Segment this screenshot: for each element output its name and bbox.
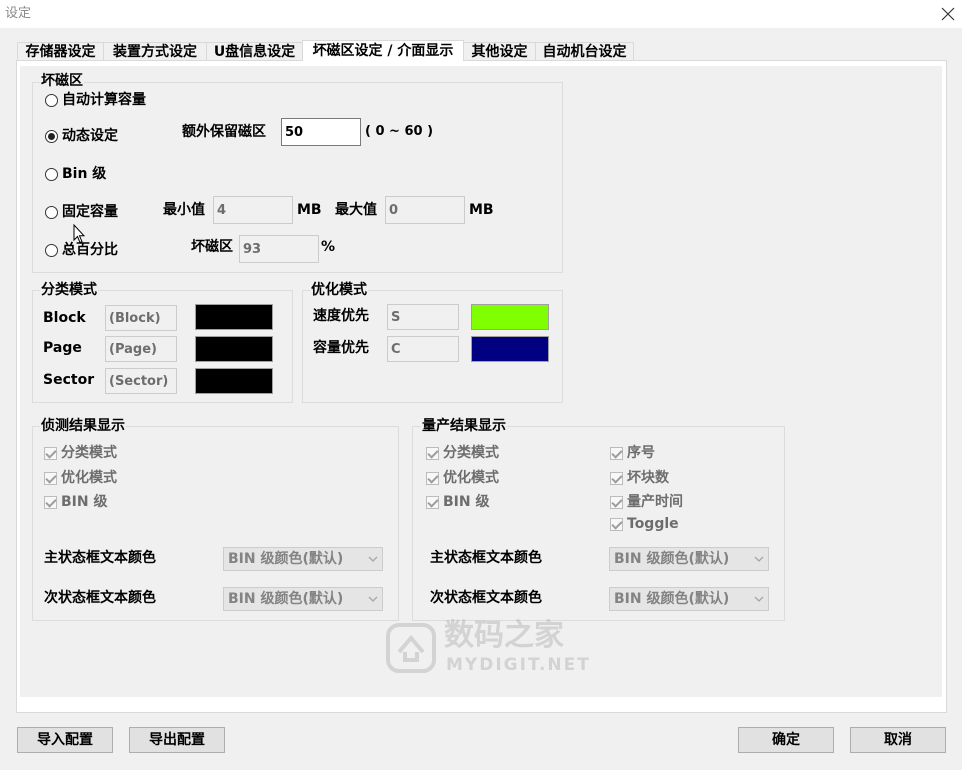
- classify-block-label: Block: [43, 310, 86, 326]
- optimize-capacity-input[interactable]: [387, 336, 459, 362]
- production-bad-block-count-checkbox[interactable]: [610, 472, 623, 485]
- detect-sub-color-value: BIN 级颜色(默认): [228, 591, 344, 607]
- extra-reserved-input[interactable]: [281, 118, 361, 146]
- radio-auto-capacity-label[interactable]: 自动计算容量: [62, 91, 146, 109]
- tab-usb-info-settings[interactable]: U盘信息设定: [206, 42, 303, 61]
- production-bin-checkbox[interactable]: [426, 496, 439, 509]
- radio-fixed-capacity-label[interactable]: 固定容量: [62, 203, 118, 221]
- percent-unit: %: [321, 239, 336, 255]
- detect-classify-label: 分类模式: [61, 445, 117, 461]
- optimize-speed-color-swatch[interactable]: [471, 304, 549, 330]
- bad-block-group-title: 坏磁区: [40, 72, 84, 90]
- production-optimize-checkbox[interactable]: [426, 472, 439, 485]
- detect-sub-color-select[interactable]: BIN 级颜色(默认): [223, 587, 383, 611]
- extra-reserved-label: 额外保留磁区: [182, 124, 266, 140]
- optimize-capacity-label: 容量优先: [313, 340, 369, 356]
- classify-page-label: Page: [43, 340, 82, 356]
- max-value-label: 最大值: [335, 202, 377, 218]
- tab-auto-machine-settings[interactable]: 自动机台设定: [535, 42, 634, 61]
- tab-storage-settings[interactable]: 存储器设定: [17, 42, 104, 61]
- optimize-speed-input[interactable]: [387, 304, 459, 330]
- detect-main-color-label: 主状态框文本颜色: [44, 550, 156, 566]
- classify-block-input[interactable]: [105, 305, 177, 331]
- window-title: 设定: [5, 6, 32, 21]
- min-value-unit: MB: [297, 202, 322, 218]
- max-value-unit: MB: [469, 202, 494, 218]
- tab-bad-block-display[interactable]: 坏磁区设定 / 介面显示: [302, 40, 464, 61]
- production-sub-color-select[interactable]: BIN 级颜色(默认): [609, 587, 769, 611]
- percent-field-label: 坏磁区: [191, 239, 233, 255]
- detect-main-color-select[interactable]: BIN 级颜色(默认): [223, 547, 383, 571]
- production-bin-label: BIN 级: [443, 494, 490, 510]
- radio-bin-level[interactable]: [45, 168, 58, 181]
- radio-dynamic-label[interactable]: 动态设定: [62, 127, 118, 145]
- optimize-speed-label: 速度优先: [313, 308, 369, 324]
- min-value-input[interactable]: [213, 196, 293, 224]
- extra-reserved-range: ( 0 ~ 60 ): [365, 124, 434, 139]
- watermark-subtext: MYDIGIT.NET: [446, 655, 591, 675]
- radio-total-percent-label[interactable]: 总百分比: [62, 241, 118, 259]
- production-main-color-label: 主状态框文本颜色: [430, 550, 542, 566]
- optimize-capacity-color-swatch[interactable]: [471, 336, 549, 362]
- ok-button[interactable]: 确定: [738, 727, 834, 753]
- production-time-label: 量产时间: [627, 494, 683, 510]
- detect-classify-checkbox[interactable]: [44, 447, 57, 460]
- production-bad-block-count-label: 坏块数: [627, 470, 669, 486]
- production-sub-color-value: BIN 级颜色(默认): [614, 591, 730, 607]
- classify-sector-input[interactable]: [105, 368, 177, 394]
- classify-sector-label: Sector: [43, 372, 95, 388]
- production-main-color-select[interactable]: BIN 级颜色(默认): [609, 547, 769, 571]
- classify-page-color-swatch[interactable]: [195, 336, 273, 362]
- detect-main-color-value: BIN 级颜色(默认): [228, 551, 344, 567]
- detect-result-group-title: 侦测结果显示: [40, 417, 126, 435]
- cancel-button[interactable]: 取消: [850, 727, 946, 753]
- radio-dynamic[interactable]: [45, 130, 58, 143]
- radio-auto-capacity[interactable]: [45, 94, 58, 107]
- watermark-logo-icon: [385, 622, 437, 674]
- detect-sub-color-label: 次状态框文本颜色: [44, 590, 156, 606]
- radio-bin-level-label[interactable]: Bin 级: [62, 165, 106, 183]
- detect-optimize-checkbox[interactable]: [44, 472, 57, 485]
- detect-optimize-label: 优化模式: [61, 470, 117, 486]
- classify-mode-group-title: 分类模式: [40, 281, 98, 299]
- production-serial-checkbox[interactable]: [610, 447, 623, 460]
- classify-block-color-swatch[interactable]: [195, 304, 273, 330]
- import-config-button[interactable]: 导入配置: [17, 727, 113, 753]
- chevron-down-icon: [754, 596, 764, 602]
- detect-bin-checkbox[interactable]: [44, 496, 57, 509]
- detect-bin-label: BIN 级: [61, 494, 108, 510]
- production-serial-label: 序号: [627, 445, 655, 461]
- optimize-mode-group-title: 优化模式: [310, 281, 368, 299]
- production-toggle-checkbox[interactable]: [610, 518, 623, 531]
- production-toggle-label: Toggle: [627, 516, 679, 532]
- radio-fixed-capacity[interactable]: [45, 206, 58, 219]
- mouse-cursor-icon: [73, 223, 86, 244]
- production-classify-checkbox[interactable]: [426, 447, 439, 460]
- close-icon[interactable]: [941, 7, 955, 21]
- tab-device-mode-settings[interactable]: 装置方式设定: [103, 42, 207, 61]
- tab-other-settings[interactable]: 其他设定: [463, 42, 536, 61]
- production-classify-label: 分类模式: [443, 445, 499, 461]
- title-bar: 设定: [0, 0, 962, 28]
- production-optimize-label: 优化模式: [443, 470, 499, 486]
- production-sub-color-label: 次状态框文本颜色: [430, 590, 542, 606]
- chevron-down-icon: [754, 556, 764, 562]
- watermark-text: 数码之家: [444, 618, 564, 653]
- classify-sector-color-swatch[interactable]: [195, 368, 273, 394]
- production-main-color-value: BIN 级颜色(默认): [614, 551, 730, 567]
- export-config-button[interactable]: 导出配置: [129, 727, 225, 753]
- chevron-down-icon: [368, 596, 378, 602]
- chevron-down-icon: [368, 556, 378, 562]
- max-value-input[interactable]: [385, 196, 465, 224]
- production-result-group-title: 量产结果显示: [421, 417, 507, 435]
- classify-page-input[interactable]: [105, 336, 177, 362]
- percent-input[interactable]: [239, 235, 319, 263]
- production-time-checkbox[interactable]: [610, 496, 623, 509]
- radio-total-percent[interactable]: [45, 244, 58, 257]
- min-value-label: 最小值: [163, 202, 205, 218]
